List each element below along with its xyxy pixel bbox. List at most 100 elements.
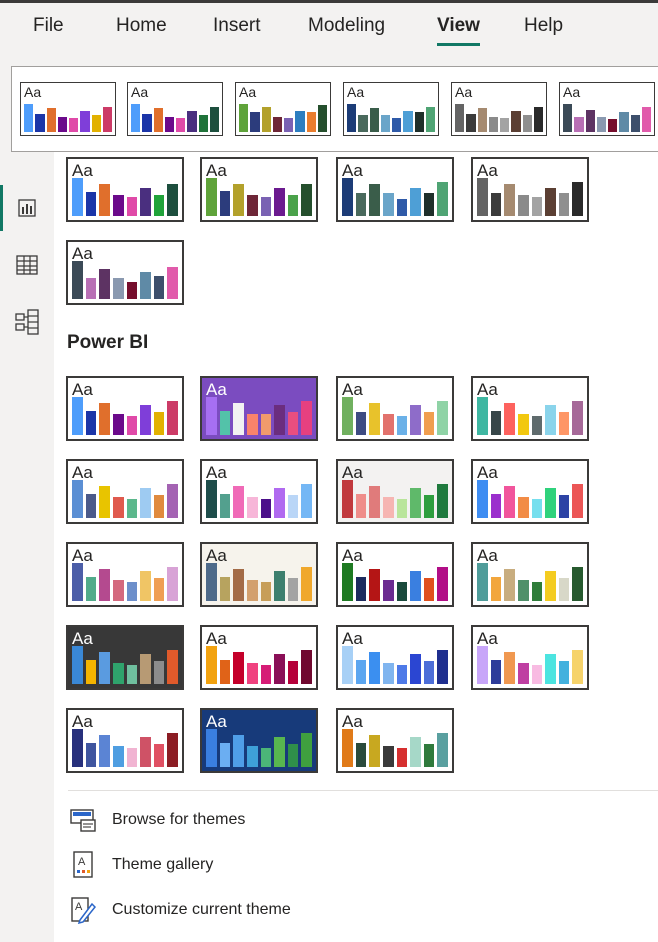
theme-color-bar xyxy=(396,748,408,767)
theme-color-bar xyxy=(239,104,249,132)
powerbi-theme-2[interactable]: Aa xyxy=(200,376,318,441)
theme-color-bar xyxy=(167,732,178,767)
theme-color-bar xyxy=(219,577,231,601)
theme-color-bars xyxy=(342,178,448,216)
theme-color-bar xyxy=(126,197,138,216)
theme-color-bar xyxy=(287,195,299,216)
theme-color-bar xyxy=(209,106,219,132)
theme-color-bar xyxy=(558,661,570,684)
theme-color-bars xyxy=(477,397,583,435)
theme-color-bar xyxy=(301,649,312,684)
powerbi-theme-5[interactable]: Aa xyxy=(66,459,184,524)
model-view-button[interactable] xyxy=(0,299,54,345)
menu-home[interactable]: Home xyxy=(116,15,167,37)
theme-color-bar xyxy=(531,499,543,518)
theme-color-bar xyxy=(382,746,394,767)
theme-color-bar xyxy=(112,746,124,767)
theme-color-bar xyxy=(490,193,502,216)
theme-color-bar xyxy=(153,744,165,767)
theme-color-bar xyxy=(630,115,640,132)
menu-modeling[interactable]: Modeling xyxy=(308,15,385,37)
theme-color-bar xyxy=(369,734,380,767)
theme-color-bar xyxy=(219,743,231,767)
custom-theme-1[interactable]: Aa xyxy=(66,157,184,222)
powerbi-theme-8[interactable]: Aa xyxy=(471,459,589,524)
powerbi-theme-10[interactable]: Aa xyxy=(200,542,318,607)
theme-color-bars xyxy=(477,178,583,216)
theme-color-bar xyxy=(619,112,629,132)
powerbi-theme-13[interactable]: Aa xyxy=(66,625,184,690)
theme-color-bar xyxy=(99,651,110,684)
ribbon-theme-6[interactable]: Aa xyxy=(559,82,655,136)
theme-color-bar xyxy=(112,663,124,684)
theme-color-bar xyxy=(85,411,97,435)
powerbi-theme-17[interactable]: Aa xyxy=(66,708,184,773)
theme-color-bar xyxy=(112,497,124,518)
ribbon-theme-2[interactable]: Aa xyxy=(127,82,223,136)
powerbi-theme-7[interactable]: Aa xyxy=(336,459,454,524)
powerbi-theme-12[interactable]: Aa xyxy=(471,542,589,607)
menu-help[interactable]: Help xyxy=(524,15,563,37)
menu-insert[interactable]: Insert xyxy=(213,15,261,37)
theme-color-bar xyxy=(504,568,515,601)
theme-color-bar xyxy=(466,113,476,132)
powerbi-theme-3[interactable]: Aa xyxy=(336,376,454,441)
theme-color-bar xyxy=(233,651,244,684)
ribbon-theme-4[interactable]: Aa xyxy=(343,82,439,136)
theme-color-bar xyxy=(342,178,353,216)
theme-color-bar xyxy=(99,734,110,767)
theme-color-bar xyxy=(233,402,244,435)
menu-file[interactable]: File xyxy=(33,15,64,37)
theme-color-bar xyxy=(403,111,413,132)
powerbi-theme-11[interactable]: Aa xyxy=(336,542,454,607)
theme-color-bar xyxy=(91,115,101,132)
theme-color-bar xyxy=(167,266,178,299)
powerbi-theme-6[interactable]: Aa xyxy=(200,459,318,524)
powerbi-theme-18[interactable]: Aa xyxy=(200,708,318,773)
table-icon xyxy=(16,255,38,275)
custom-theme-5[interactable]: Aa xyxy=(66,240,184,305)
ribbon-theme-3[interactable]: Aa xyxy=(235,82,331,136)
theme-color-bar xyxy=(99,402,110,435)
theme-color-bar xyxy=(533,106,543,132)
theme-color-bar xyxy=(233,485,244,518)
theme-color-bar xyxy=(572,483,583,518)
theme-color-bar xyxy=(233,183,244,216)
theme-gallery-button[interactable]: A Theme gallery xyxy=(68,847,628,883)
powerbi-theme-19[interactable]: Aa xyxy=(336,708,454,773)
theme-color-bar xyxy=(274,187,285,216)
ribbon-theme-1[interactable]: Aa xyxy=(20,82,116,136)
theme-color-bar xyxy=(369,108,379,132)
ribbon-theme-5[interactable]: Aa xyxy=(451,82,547,136)
theme-color-bar xyxy=(219,411,231,435)
theme-color-bars xyxy=(347,104,435,132)
custom-theme-4[interactable]: Aa xyxy=(471,157,589,222)
theme-color-bar xyxy=(596,116,606,132)
theme-color-bar xyxy=(72,563,83,601)
theme-color-bar xyxy=(369,651,380,684)
theme-color-bar xyxy=(437,400,448,435)
theme-color-bar xyxy=(500,118,510,132)
browse-themes-button[interactable]: Browse for themes xyxy=(68,802,628,838)
theme-color-bar xyxy=(250,112,260,132)
powerbi-theme-4[interactable]: Aa xyxy=(471,376,589,441)
customize-theme-button[interactable]: A Customize current theme xyxy=(68,892,628,928)
theme-color-bar xyxy=(355,743,367,767)
theme-color-bar xyxy=(167,483,178,518)
theme-color-bar xyxy=(558,495,570,518)
theme-color-bars xyxy=(24,104,112,132)
custom-theme-2[interactable]: Aa xyxy=(200,157,318,222)
powerbi-theme-16[interactable]: Aa xyxy=(471,625,589,690)
data-view-button[interactable] xyxy=(0,242,54,288)
theme-color-bar xyxy=(85,577,97,601)
powerbi-theme-15[interactable]: Aa xyxy=(336,625,454,690)
powerbi-theme-9[interactable]: Aa xyxy=(66,542,184,607)
theme-color-bar xyxy=(301,566,312,601)
report-view-button[interactable] xyxy=(0,185,54,231)
powerbi-theme-14[interactable]: Aa xyxy=(200,625,318,690)
menu-view[interactable]: View xyxy=(437,15,480,46)
theme-color-bar xyxy=(69,118,79,132)
theme-color-bars xyxy=(72,178,178,216)
powerbi-theme-1[interactable]: Aa xyxy=(66,376,184,441)
custom-theme-3[interactable]: Aa xyxy=(336,157,454,222)
